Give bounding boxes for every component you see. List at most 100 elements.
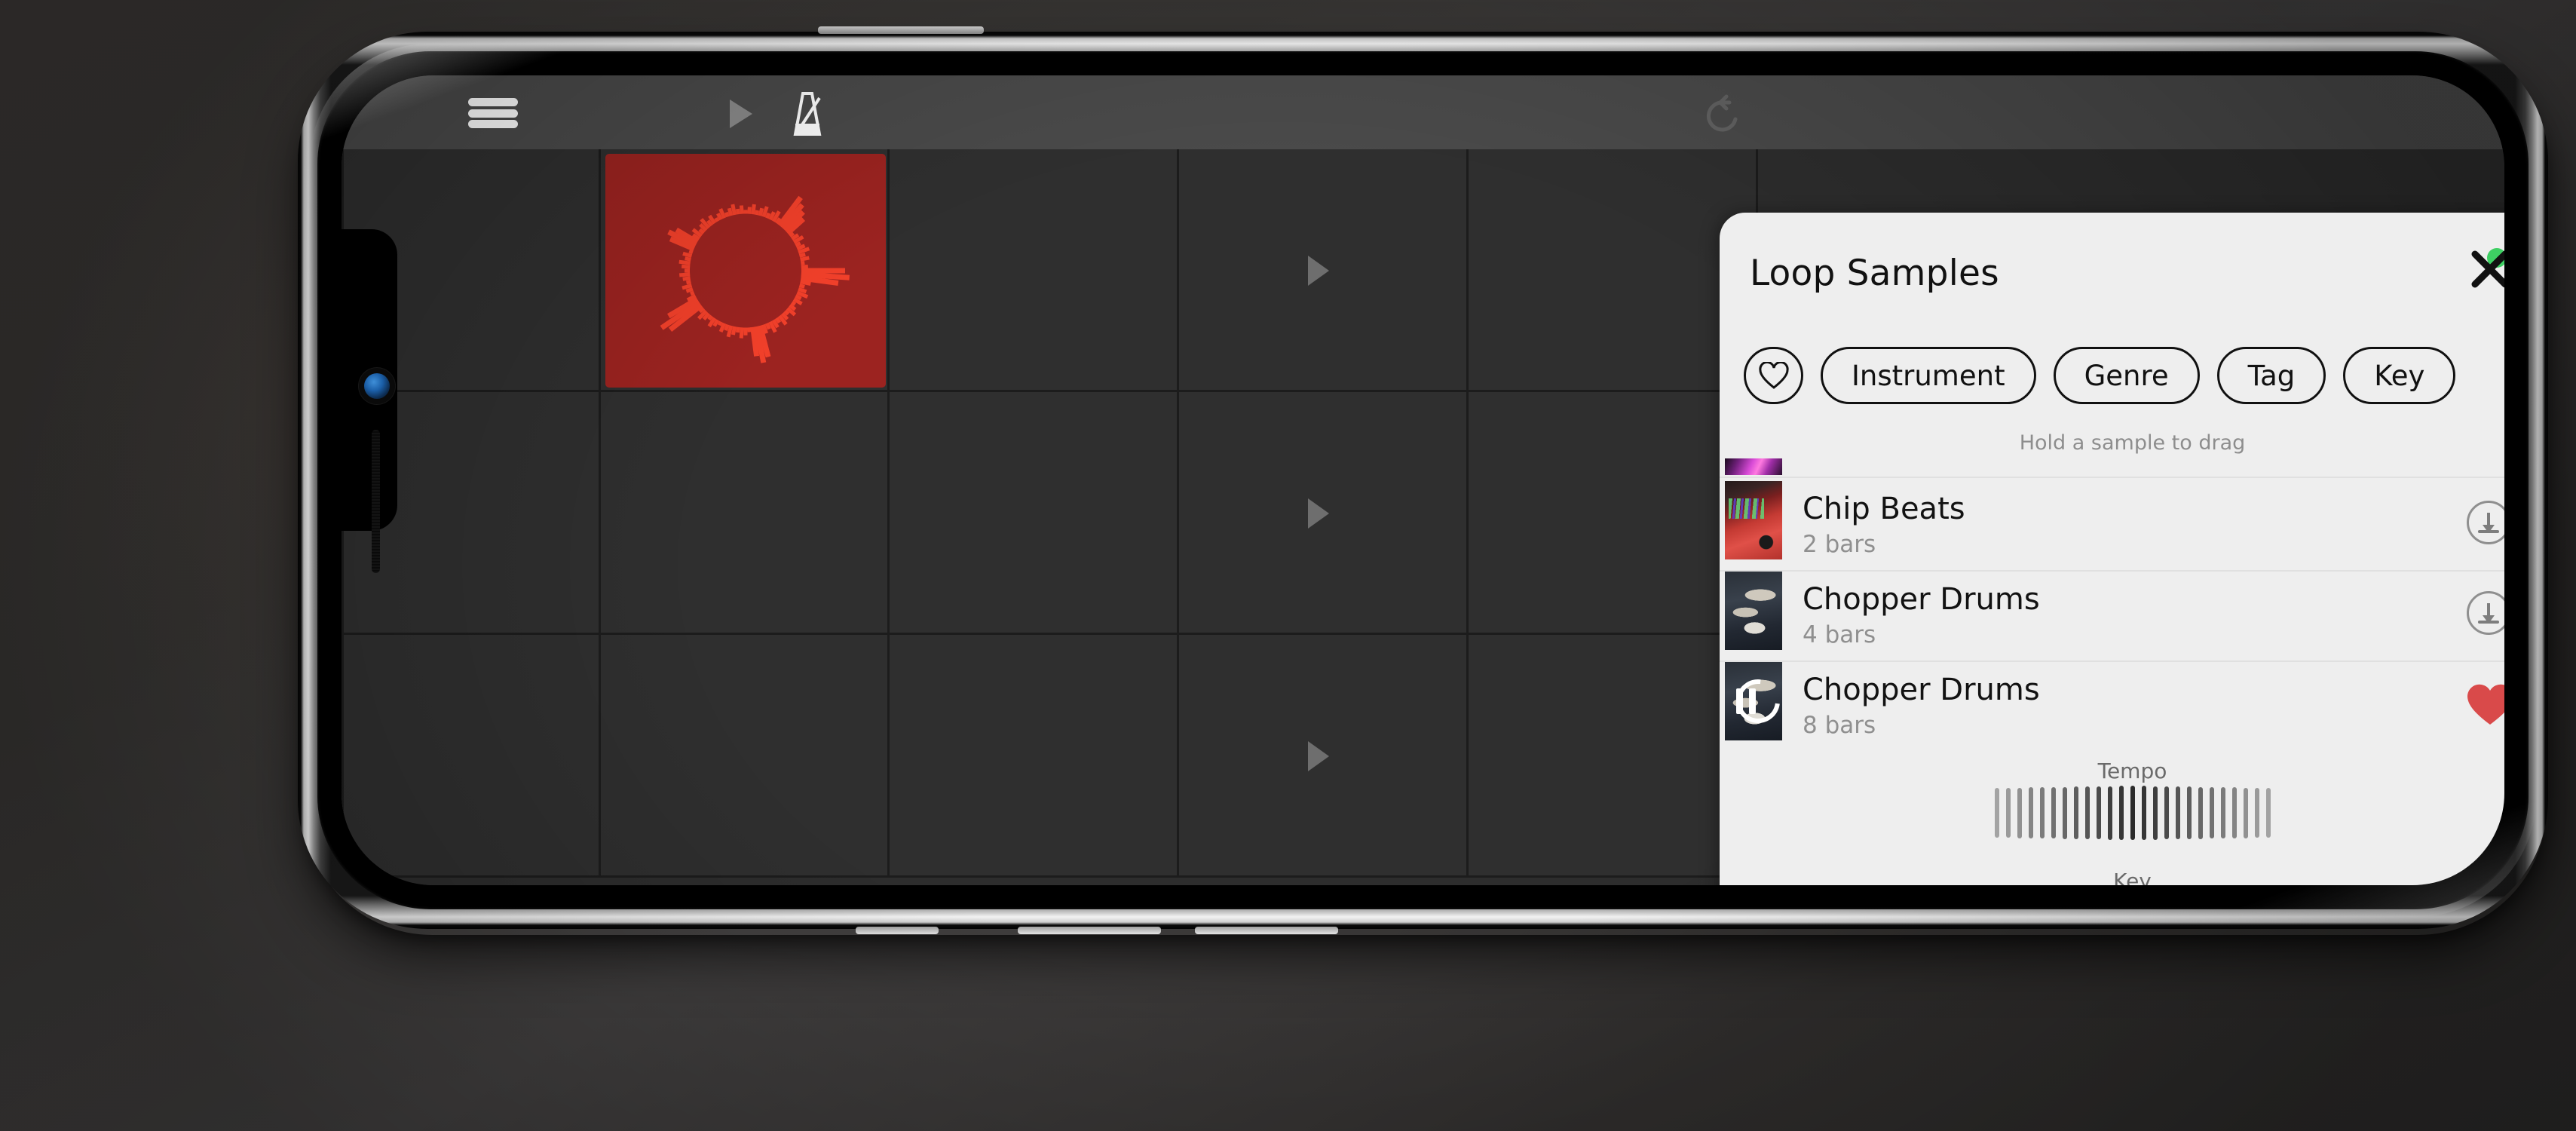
filter-chip-key[interactable]: Key [2343, 347, 2456, 404]
grid-cell[interactable] [1469, 149, 1758, 392]
list-item-selected[interactable]: Chopper Drums 8 bars [1720, 662, 2504, 751]
tempo-tick [2051, 786, 2056, 839]
grid-cell[interactable] [890, 635, 1179, 878]
waveform-tick [800, 256, 810, 262]
waveform-tick [714, 216, 720, 222]
waveform-tick [682, 251, 693, 258]
waveform-tick [758, 207, 764, 216]
waveform-tick [731, 204, 737, 216]
play-row-button[interactable] [1308, 741, 1329, 771]
panel-title: Loop Samples [1750, 253, 1999, 294]
circular-waveform-icon [660, 195, 850, 363]
waveform-tick [679, 272, 691, 277]
hamburger-menu-icon[interactable] [468, 98, 518, 128]
waveform-tick [754, 210, 760, 216]
pause-bar [1749, 688, 1756, 714]
tempo-tick [2073, 786, 2078, 839]
waveform-tick [682, 284, 693, 290]
pause-bar [1736, 688, 1743, 714]
phone-device: Loop Samples Instrument Genre Tag Key Ho… [298, 26, 2548, 934]
sample-thumbnail-playing[interactable] [1725, 662, 1789, 740]
metronome-icon[interactable] [786, 92, 829, 136]
tempo-ruler[interactable] [1720, 786, 2504, 840]
tempo-tick [2231, 787, 2237, 838]
waveform-tick [775, 317, 782, 324]
filter-chip-genre[interactable]: Genre [2053, 347, 2200, 404]
grid-cell[interactable] [890, 149, 1179, 392]
waveform-tick [747, 207, 752, 214]
waveform-tick [795, 241, 801, 247]
sample-detail-panel: Tempo Key - [1720, 759, 2504, 885]
filter-chip-instrument[interactable]: Instrument [1821, 347, 2036, 404]
tempo-tick [2198, 786, 2203, 839]
play-icon[interactable] [730, 100, 752, 128]
waveform-tick [685, 256, 691, 262]
hamburger-bar [468, 120, 518, 128]
tempo-tick [2039, 787, 2045, 838]
pause-icon[interactable] [1736, 688, 1756, 714]
waveform-tick [801, 265, 808, 269]
waveform-tick [724, 211, 730, 218]
sample-thumbnail [1725, 481, 1782, 559]
tempo-tick [1994, 788, 1999, 838]
waveform-tick [751, 204, 756, 215]
filter-chip-favorites[interactable] [1744, 347, 1803, 404]
waveform-tick [727, 207, 734, 216]
grid-cell[interactable] [342, 635, 601, 878]
grid-cell[interactable] [890, 392, 1179, 635]
silent-switch[interactable] [1195, 927, 1338, 934]
close-icon[interactable] [2467, 246, 2504, 293]
download-icon[interactable] [2467, 591, 2504, 635]
waveform-tick [789, 231, 795, 238]
sample-list[interactable]: Chip Beats 2 bars Chopper Drums 4 bars C… [1720, 458, 2504, 885]
waveform-tick [783, 309, 790, 316]
download-baseline [2478, 621, 2499, 624]
key-label: Key [2113, 869, 2152, 885]
app-toolbar [342, 75, 2504, 149]
waveform-tick [716, 213, 723, 221]
list-item[interactable]: Chopper Drums 4 bars [1720, 572, 2504, 661]
volume-up-button[interactable] [856, 927, 939, 934]
tempo-tick [2084, 786, 2090, 839]
tempo-tick [2175, 786, 2180, 839]
waveform-tick [798, 284, 805, 289]
tempo-tick [2209, 786, 2214, 839]
waveform-tick [731, 326, 737, 336]
tempo-tick [2164, 786, 2169, 840]
loop-clip-filled[interactable] [605, 154, 886, 388]
tempo-tick [2254, 787, 2259, 838]
hamburger-bar [468, 109, 518, 118]
filter-chip-row: Instrument Genre Tag Key [1744, 347, 2456, 404]
tempo-tick [2028, 787, 2033, 838]
favorite-heart-icon[interactable] [2465, 681, 2504, 728]
tempo-tick [2141, 786, 2146, 840]
play-row-button[interactable] [1308, 256, 1329, 286]
filter-chip-tag[interactable]: Tag [2216, 347, 2326, 404]
grid-cell[interactable] [1469, 635, 1758, 878]
waveform-tick [735, 208, 740, 215]
waveform-tick [739, 205, 744, 214]
grid-cell[interactable] [601, 635, 890, 878]
sample-thumbnail-partial [1725, 458, 1782, 475]
desktop-backdrop: Loop Samples Instrument Genre Tag Key Ho… [0, 0, 2576, 1131]
tempo-tick [2186, 786, 2192, 839]
volume-down-button[interactable] [1018, 927, 1161, 934]
waveform-tick [686, 280, 691, 285]
download-icon[interactable] [2467, 501, 2504, 544]
drag-hint-text: Hold a sample to drag [2019, 431, 2246, 455]
tempo-tick [2152, 786, 2158, 840]
waveform-tick [682, 264, 691, 269]
tempo-tick [2220, 787, 2225, 838]
power-button[interactable] [818, 26, 984, 34]
grid-cell[interactable] [1469, 392, 1758, 635]
grid-cell[interactable] [601, 392, 890, 635]
list-item[interactable]: Chip Beats 2 bars [1720, 481, 2504, 570]
tempo-tick [2005, 787, 2011, 838]
waveform-tick [764, 322, 771, 330]
play-row-button[interactable] [1308, 498, 1329, 529]
sample-bars: 8 bars [1803, 712, 1876, 739]
undo-icon[interactable] [1702, 93, 1744, 136]
front-camera-icon [364, 373, 390, 399]
tempo-tick [2265, 788, 2271, 838]
waveform-tick [717, 320, 723, 326]
